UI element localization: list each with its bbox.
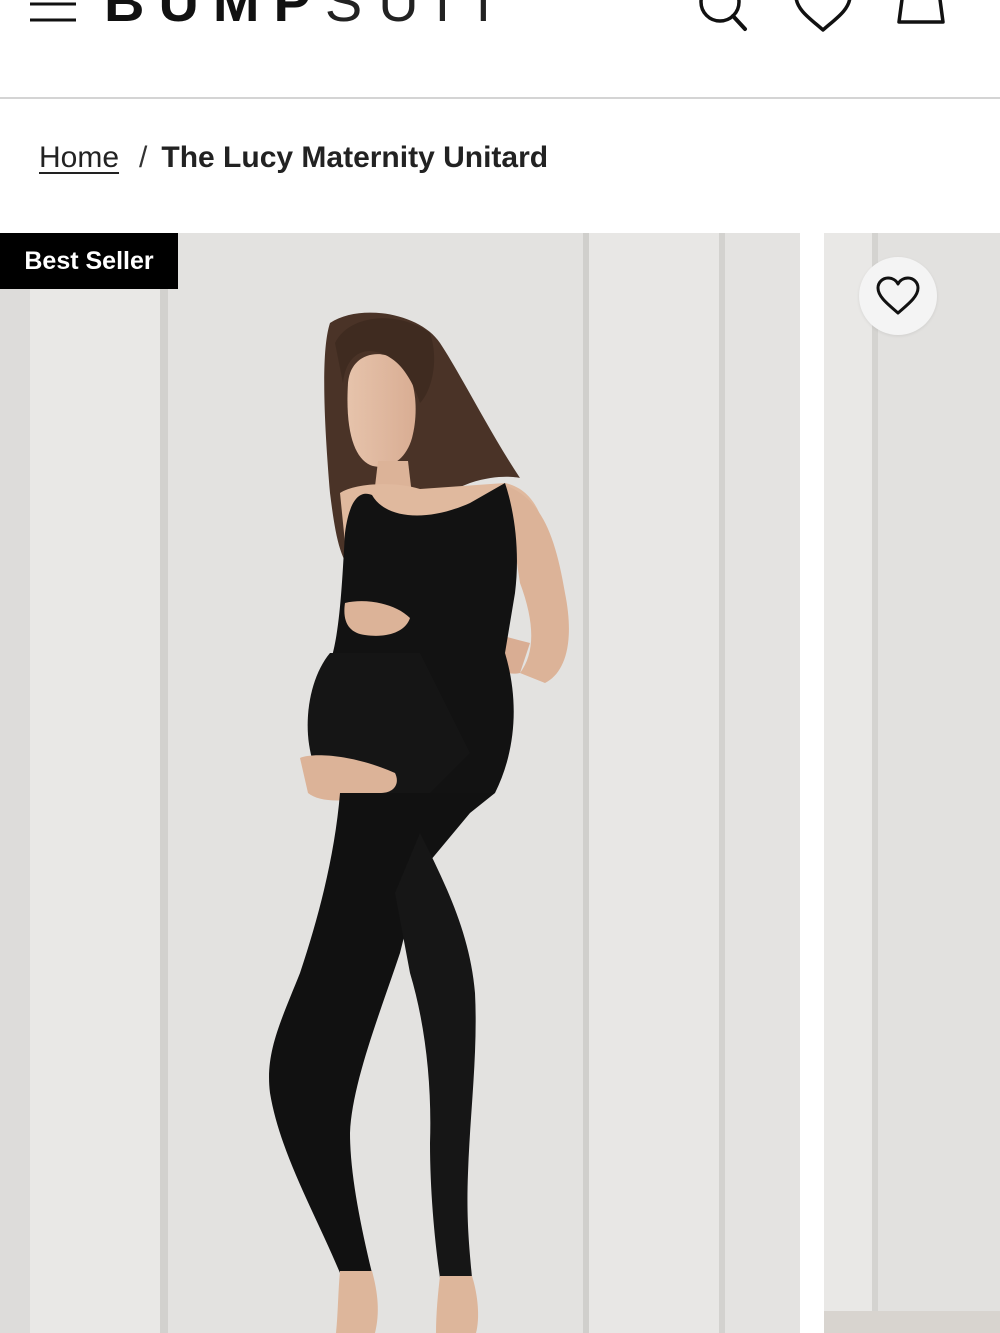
breadcrumb-home-link[interactable]: Home xyxy=(39,141,119,174)
product-image-main[interactable] xyxy=(0,233,800,1333)
shopping-bag-icon xyxy=(897,0,945,24)
product-page: BUMPSUIT Home / The Lucy Maternity Unitard xyxy=(0,0,1000,1333)
product-image-gallery[interactable] xyxy=(0,233,1000,1333)
menu-button[interactable] xyxy=(28,0,78,32)
search-button[interactable] xyxy=(694,0,754,36)
wishlist-button[interactable] xyxy=(792,0,852,36)
breadcrumb-current-page: The Lucy Maternity Unitard xyxy=(161,141,549,174)
cart-button[interactable] xyxy=(893,0,953,36)
heart-outline-icon xyxy=(876,276,920,315)
add-to-wishlist-button[interactable] xyxy=(859,257,937,335)
breadcrumb: Home / The Lucy Maternity Unitard xyxy=(39,138,548,178)
product-photo xyxy=(0,233,800,1333)
hamburger-menu-icon xyxy=(30,2,76,22)
breadcrumb-separator: / xyxy=(139,141,148,174)
search-icon xyxy=(699,0,747,31)
site-header: BUMPSUIT xyxy=(0,0,1000,99)
brand-logo[interactable]: BUMPSUIT xyxy=(104,0,516,34)
product-image-next[interactable] xyxy=(824,233,1000,1333)
logo-light-text: SUIT xyxy=(324,0,517,33)
product-photo-next xyxy=(824,233,1000,1333)
logo-bold-text: BUMP xyxy=(104,0,325,33)
heart-icon xyxy=(794,0,852,32)
best-seller-badge: Best Seller xyxy=(0,233,178,289)
